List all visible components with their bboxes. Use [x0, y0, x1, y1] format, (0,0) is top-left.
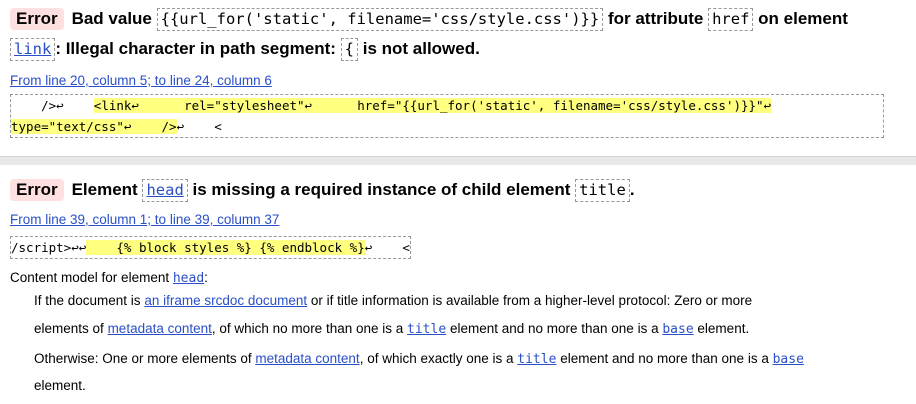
content-model-para-3: Otherwise: One or more elements of metad… — [34, 349, 804, 370]
extract-context: /script>↩↩ — [11, 240, 87, 255]
message-2-end: . — [629, 180, 635, 199]
extract-context: />↩ — [11, 98, 94, 113]
message-1-headline: Error Bad value {{url_for('static', filen… — [10, 8, 848, 31]
p2-text-d: element. — [697, 321, 750, 336]
extract-context-2: ↩ < — [176, 119, 222, 134]
metadata-content-link[interactable]: metadata content — [255, 351, 359, 366]
error-badge: Error — [10, 8, 64, 30]
message-divider — [0, 156, 916, 165]
reason-text: : Illegal character in path segment: — [55, 39, 336, 58]
child-element-code: title — [575, 179, 630, 202]
p1-text-a: If the document is — [34, 293, 141, 308]
title-element-link[interactable]: title — [517, 352, 556, 367]
source-extract: />↩ <link↩ rel="stylesheet"↩ href="{{url… — [10, 94, 884, 138]
extract-context-2: ↩ < — [364, 240, 410, 255]
content-model-element-link[interactable]: head — [173, 271, 204, 286]
element-link[interactable]: link — [10, 38, 56, 61]
illegal-char-code: { — [340, 38, 358, 61]
location-link[interactable]: From line 20, column 5; to line 24, colu… — [10, 73, 272, 88]
message-2-middle: is missing a required instance of child … — [192, 180, 571, 199]
p2-text-b: , of which no more than one is a — [211, 321, 404, 336]
p2-text-c: element and no more than one is a — [449, 321, 659, 336]
p1-text-b: or if title information is available fro… — [310, 293, 753, 308]
metadata-content-link[interactable]: metadata content — [108, 321, 212, 336]
location-link[interactable]: From line 39, column 1; to line 39, colu… — [10, 212, 279, 227]
p3-text-b: , of which exactly one is a — [359, 351, 514, 366]
p3-text-a: Otherwise: One or more elements of — [34, 351, 252, 366]
content-model-para-1: If the document is an iframe srcdoc docu… — [34, 291, 752, 311]
attribute-name-code: href — [708, 8, 754, 31]
title-element-link[interactable]: title — [407, 322, 446, 337]
element-link[interactable]: head — [142, 179, 188, 202]
content-model-para-4: element. — [34, 378, 86, 393]
p2-text-a: elements of — [34, 321, 104, 336]
content-model-label: Content model for element head: — [10, 268, 208, 289]
extract-highlight-2: type="text/css"↩ /> — [11, 119, 177, 134]
extract-highlight: <link↩ rel="stylesheet"↩ href="{{url_for… — [93, 98, 772, 113]
content-model-text: Content model for element — [10, 270, 170, 285]
for-attribute-text: for attribute — [607, 9, 704, 28]
source-extract: /script>↩↩ {% block styles %} {% endbloc… — [10, 236, 411, 259]
message-2-headline: Error Element head is missing a required … — [10, 179, 635, 202]
iframe-srcdoc-link[interactable]: an iframe srcdoc document — [144, 293, 307, 308]
base-element-link[interactable]: base — [773, 352, 804, 367]
not-allowed-text: is not allowed. — [362, 39, 480, 58]
extract-highlight: {% block styles %} {% endblock %} — [86, 240, 365, 255]
message-1-prefix: Bad value — [71, 9, 152, 28]
base-element-link[interactable]: base — [662, 322, 693, 337]
bad-value-code: {{url_for('static', filename='css/style.… — [156, 8, 604, 31]
message-1-headline-line2: link: Illegal character in path segment:… — [10, 38, 480, 61]
p3-text-c: element and no more than one is a — [560, 351, 769, 366]
content-model-colon: : — [204, 270, 208, 285]
on-element-text: on element — [758, 9, 848, 28]
error-badge: Error — [10, 179, 64, 201]
content-model-para-2: elements of metadata content, of which n… — [34, 319, 749, 340]
message-2-prefix: Element — [71, 180, 138, 199]
